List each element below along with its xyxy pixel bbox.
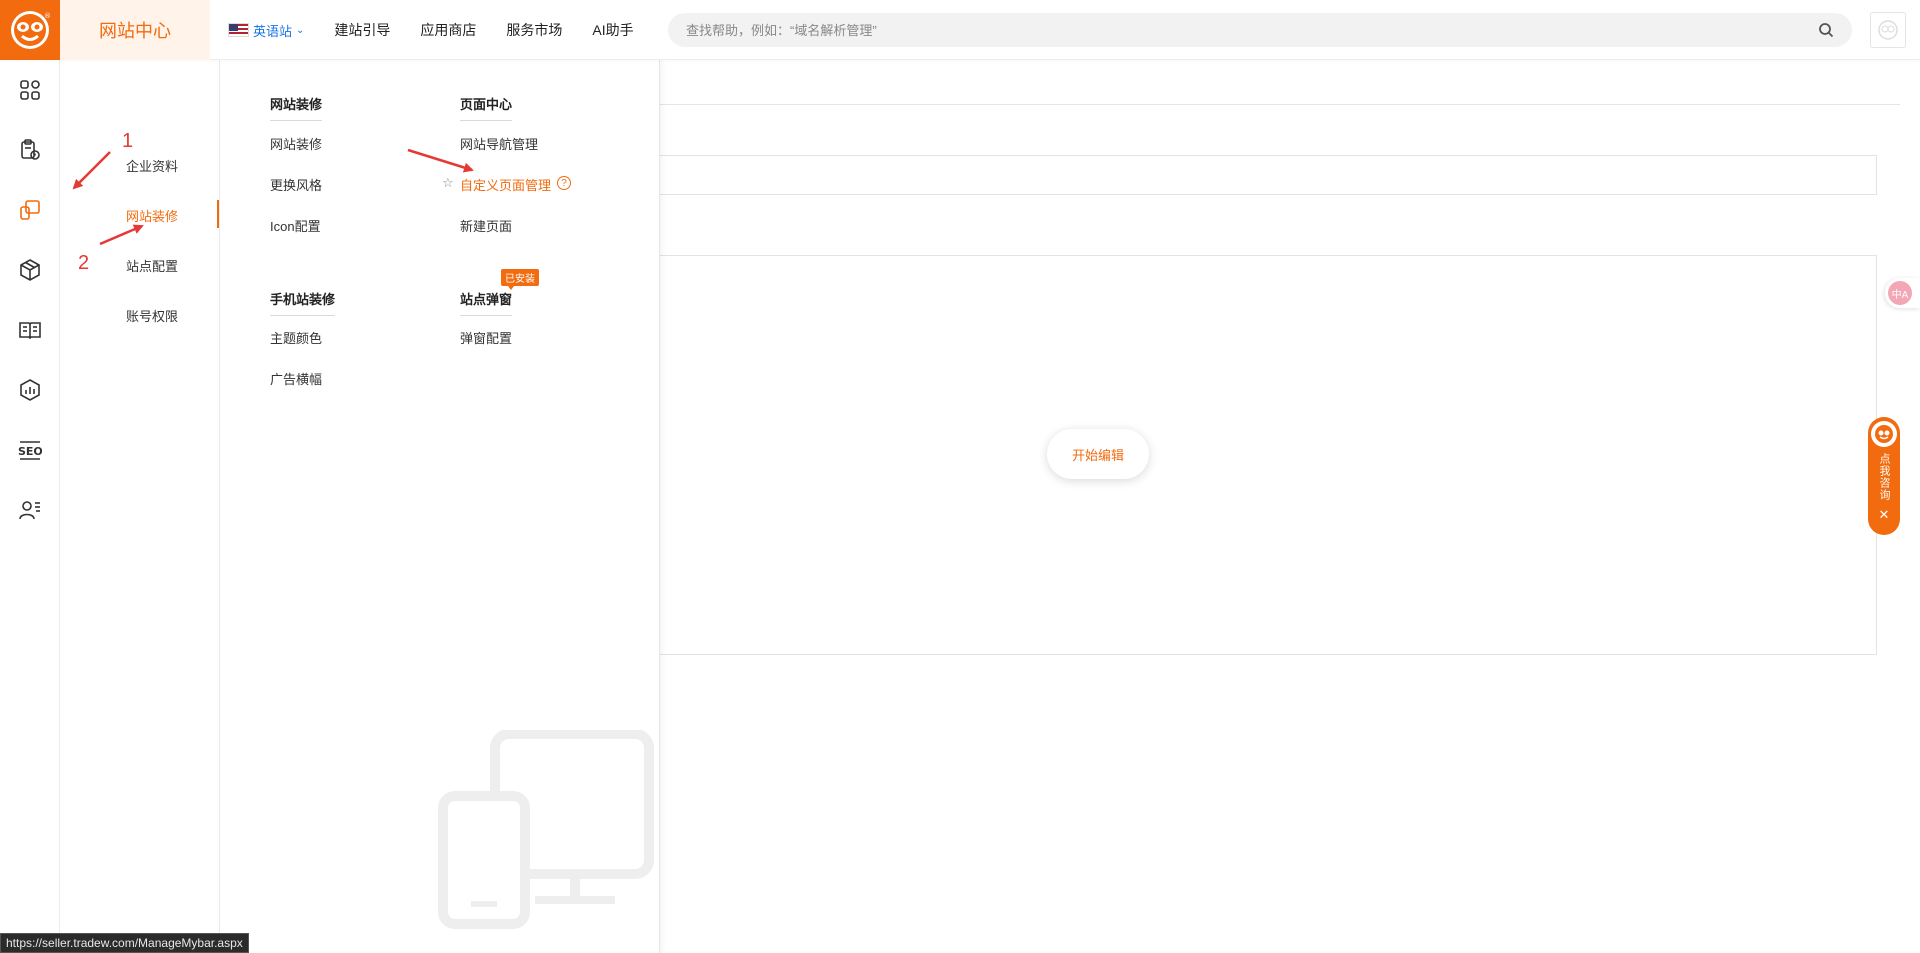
link-site-decor[interactable]: 网站装修 [270, 134, 322, 153]
logo-bee-icon[interactable]: ® [0, 0, 60, 60]
nav-ai-assistant[interactable]: AI助手 [592, 20, 633, 40]
main-divider [660, 104, 1900, 105]
submenu-panel: 网站装修 网站装修 更换风格 Icon配置 页面中心 网站导航管理 ☆ 自定义页… [220, 60, 660, 953]
group-title-page-center: 页面中心 [460, 94, 513, 121]
top-nav: 英语站 ⌄ 建站引导 应用商店 服务市场 AI助手 [228, 0, 664, 60]
svg-text:SEO: SEO [18, 445, 42, 458]
search-input[interactable] [686, 22, 1818, 38]
consult-widget[interactable]: 点我咨询 ✕ [1868, 417, 1900, 535]
search-icon[interactable] [1818, 22, 1834, 38]
icon-rail: SEO [0, 60, 60, 953]
status-url: https://seller.tradew.com/ManageMybar.as… [0, 933, 249, 953]
analytics-icon[interactable] [18, 378, 42, 402]
seo-icon[interactable]: SEO [18, 438, 43, 462]
start-edit-button[interactable]: 开始编辑 [1047, 429, 1149, 479]
search-bar [668, 13, 1852, 47]
star-icon[interactable]: ☆ [442, 175, 454, 191]
catalog-book-icon[interactable] [18, 318, 42, 342]
bee-logo-icon [1871, 421, 1897, 447]
nav-build-guide[interactable]: 建站引导 [334, 20, 390, 40]
secondary-menu: 企业资料 网站装修 站点配置 账号权限 [60, 60, 220, 953]
site-decor-icon[interactable] [18, 198, 42, 222]
translate-icon: 中A [1888, 281, 1912, 305]
top-bar: ® 网站中心 英语站 ⌄ 建站引导 应用商店 服务市场 AI助手 [0, 0, 1920, 60]
link-change-style[interactable]: 更换风格 [270, 175, 322, 194]
link-nav-management[interactable]: 网站导航管理 [460, 134, 538, 153]
active-indicator [217, 200, 219, 228]
dashboard-icon[interactable] [18, 78, 42, 102]
language-switcher[interactable]: 英语站 ⌄ [228, 21, 304, 40]
sec-item-account-permissions[interactable]: 账号权限 [126, 306, 178, 325]
nav-service-market[interactable]: 服务市场 [506, 20, 562, 40]
language-label: 英语站 [253, 23, 293, 39]
annotation-number-1: 1 [122, 130, 134, 152]
product-box-icon[interactable] [18, 258, 42, 282]
group-title-site-popup: 站点弹窗 [460, 289, 513, 316]
preview-area [660, 255, 1877, 655]
annotation-number-2: 2 [78, 252, 90, 274]
chevron-down-icon: ⌄ [296, 24, 305, 36]
link-new-page[interactable]: 新建页面 [460, 216, 512, 235]
us-flag-icon [228, 23, 249, 37]
consult-label: 点我咨询 [1878, 453, 1890, 501]
link-theme-color[interactable]: 主题颜色 [270, 328, 322, 347]
sec-item-company-info[interactable]: 企业资料 [126, 156, 178, 175]
link-popup-config[interactable]: 弹窗配置 [460, 328, 512, 347]
help-icon[interactable]: ? [557, 176, 571, 190]
sec-item-site-decor[interactable]: 网站装修 [126, 206, 178, 225]
group-title-site-decor: 网站装修 [270, 94, 323, 121]
company-doc-icon[interactable] [18, 138, 42, 162]
group-title-mobile-decor: 手机站装修 [270, 289, 336, 316]
main-input-field[interactable] [660, 155, 1877, 195]
device-illustration-icon [438, 730, 654, 929]
link-custom-page-management[interactable]: 自定义页面管理 [460, 175, 551, 194]
user-admin-icon[interactable] [18, 498, 42, 522]
link-ad-banner[interactable]: 广告横幅 [270, 369, 322, 388]
site-center-title[interactable]: 网站中心 [60, 0, 210, 60]
installed-badge: 已安装 [501, 269, 539, 290]
translate-button[interactable]: 中A [1885, 278, 1920, 308]
sec-item-site-config[interactable]: 站点配置 [126, 256, 178, 275]
link-icon-config[interactable]: Icon配置 [270, 216, 321, 235]
close-icon[interactable]: ✕ [1879, 507, 1890, 523]
nav-app-store[interactable]: 应用商店 [420, 20, 476, 40]
avatar[interactable] [1870, 12, 1906, 48]
svg-text:®: ® [44, 12, 51, 20]
